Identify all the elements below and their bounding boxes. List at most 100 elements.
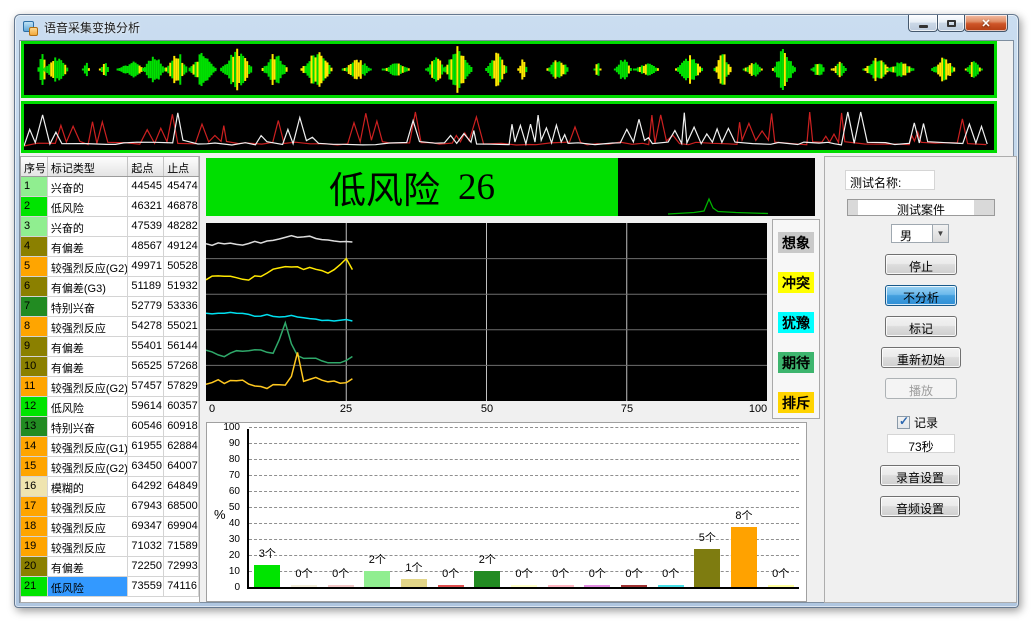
cell-type: 有偏差 <box>48 357 129 377</box>
table-row[interactable]: 10有偏差5652557268 <box>21 357 199 377</box>
check-icon: ✓ <box>899 414 909 428</box>
cell-end: 62884 <box>164 437 199 457</box>
y-tick: 10 <box>229 566 240 577</box>
table-row[interactable]: 5较强烈反应(G2)(G34997150528 <box>21 257 199 277</box>
page: 语音采集变换分析 ✕ 序号 标记类型 起点 止点 1兴奋的445454547 <box>0 0 1033 623</box>
test-name-field[interactable]: 测试名称: <box>845 170 935 190</box>
cell-no: 10 <box>21 357 48 377</box>
cell-type: 有偏差 <box>48 337 129 357</box>
cell-type: 兴奋的 <box>48 217 129 237</box>
emotion-label: 犹豫 <box>778 312 814 333</box>
table-row[interactable]: 1兴奋的4454545474 <box>21 177 199 197</box>
bar <box>658 585 684 587</box>
table-row[interactable]: 7特别兴奋5277953336 <box>21 297 199 317</box>
cell-type: 较强烈反应 <box>48 517 129 537</box>
caption-buttons: ✕ <box>909 15 1008 32</box>
table-row[interactable]: 9有偏差5540156144 <box>21 337 199 357</box>
bar-slot: 0个 <box>616 429 653 587</box>
bar <box>548 585 574 587</box>
bar-slot: 0个 <box>322 429 359 587</box>
recording-settings-button[interactable]: 录音设置 <box>880 465 960 486</box>
cell-type: 低风险 <box>48 197 129 217</box>
cell-type: 较强烈反应 <box>48 537 129 557</box>
cell-start: 54278 <box>128 317 164 337</box>
table-row[interactable]: 6有偏差(G3)5118951932 <box>21 277 199 297</box>
table-row[interactable]: 18较强烈反应6934769904 <box>21 517 199 537</box>
cell-start: 51189 <box>128 277 164 297</box>
cell-type: 有偏差 <box>48 237 129 257</box>
bar-count-label: 2个 <box>479 551 496 567</box>
cell-end: 53336 <box>164 297 199 317</box>
mark-button[interactable]: 标记 <box>885 316 957 337</box>
reinitialize-button[interactable]: 重新初始 <box>881 347 961 368</box>
bar-count-label: 2个 <box>369 551 386 567</box>
table-row[interactable]: 21低风险7355974116 <box>21 577 199 597</box>
maximize-button[interactable] <box>937 15 965 32</box>
cell-type: 特别兴奋 <box>48 417 129 437</box>
cell-start: 49971 <box>128 257 164 277</box>
x-tick: 50 <box>481 403 493 415</box>
chevron-down-icon[interactable]: ▼ <box>932 225 948 242</box>
close-button[interactable]: ✕ <box>964 15 1008 32</box>
cell-start: 73559 <box>128 577 164 597</box>
table-row[interactable]: 20有偏差7225072993 <box>21 557 199 577</box>
table-row[interactable]: 17较强烈反应6794368500 <box>21 497 199 517</box>
y-tick: 100 <box>223 422 240 433</box>
table-row[interactable]: 12低风险5961460357 <box>21 397 199 417</box>
record-checkbox[interactable]: ✓ <box>897 416 910 429</box>
play-button[interactable]: 播放 <box>885 378 957 399</box>
cell-type: 有偏差 <box>48 557 129 577</box>
bar <box>364 571 390 587</box>
table-row[interactable]: 4有偏差4856749124 <box>21 237 199 257</box>
y-axis-ticks: 0102030405060708090100 <box>207 427 243 589</box>
x-tick: 0 <box>209 403 215 415</box>
table-row[interactable]: 15较强烈反应(G2)6345064007 <box>21 457 199 477</box>
header-type: 标记类型 <box>48 157 129 176</box>
cell-start: 56525 <box>128 357 164 377</box>
table-row[interactable]: 8较强烈反应5427855021 <box>21 317 199 337</box>
minimize-button[interactable] <box>908 15 938 32</box>
table-row[interactable]: 14较强烈反应(G1)(G26195562884 <box>21 437 199 457</box>
table-row[interactable]: 2低风险4632146878 <box>21 197 199 217</box>
y-tick: 60 <box>229 486 240 497</box>
test-case-control[interactable]: 测试案件 <box>847 199 995 216</box>
cell-start: 59614 <box>128 397 164 417</box>
bar-count-label: 5个 <box>699 529 716 545</box>
cell-no: 15 <box>21 457 48 477</box>
gender-select[interactable]: 男 ▼ <box>891 224 949 243</box>
cell-start: 64292 <box>128 477 164 497</box>
no-analyze-button[interactable]: 不分析 <box>885 285 957 306</box>
table-row[interactable]: 3兴奋的4753948282 <box>21 217 199 237</box>
cell-end: 74116 <box>164 577 199 597</box>
cell-end: 46878 <box>164 197 199 217</box>
table-row[interactable]: 19较强烈反应7103271589 <box>21 537 199 557</box>
table-row[interactable]: 11较强烈反应(G2)5745757829 <box>21 377 199 397</box>
stop-button[interactable]: 停止 <box>885 254 957 275</box>
x-tick: 25 <box>340 403 352 415</box>
control-panel: 测试名称: 测试案件 男 ▼ 停止 不分析 标记 重新初始 播放 ✓ 记录 73… <box>824 156 1017 603</box>
cell-no: 2 <box>21 197 48 217</box>
cell-type: 有偏差(G3) <box>48 277 129 297</box>
bar <box>511 585 537 587</box>
cell-no: 12 <box>21 397 48 417</box>
record-label: 记录 <box>914 414 938 431</box>
bar-slot: 0个 <box>542 429 579 587</box>
emotion-label: 期待 <box>778 352 814 373</box>
cell-end: 56144 <box>164 337 199 357</box>
close-icon: ✕ <box>981 17 990 30</box>
table-row[interactable]: 13特别兴奋6054660918 <box>21 417 199 437</box>
marks-table: 序号 标记类型 起点 止点 1兴奋的44545454742低风险46321468… <box>20 156 200 603</box>
table-row[interactable]: 16模糊的6429264849 <box>21 477 199 497</box>
cell-end: 57829 <box>164 377 199 397</box>
cell-type: 较强烈反应 <box>48 497 129 517</box>
cell-no: 5 <box>21 257 48 277</box>
cell-start: 57457 <box>128 377 164 397</box>
y-tick: 30 <box>229 534 240 545</box>
header-end: 止点 <box>164 157 199 176</box>
bar-slot: 3个 <box>249 429 286 587</box>
audio-settings-button[interactable]: 音频设置 <box>880 496 960 517</box>
cell-end: 71589 <box>164 537 199 557</box>
client-area: 序号 标记类型 起点 止点 1兴奋的44545454742低风险46321468… <box>19 40 1014 603</box>
cell-end: 69904 <box>164 517 199 537</box>
risk-label: 低风险 <box>329 160 440 214</box>
